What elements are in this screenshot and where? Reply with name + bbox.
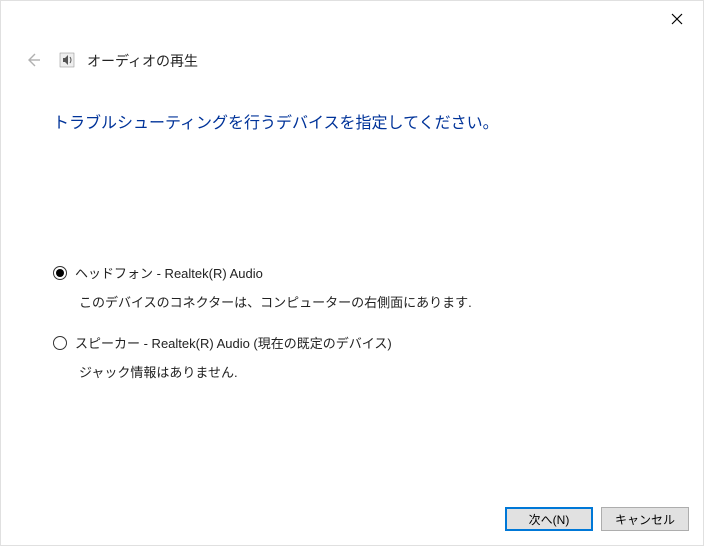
option-description: ジャック情報はありません.: [79, 362, 703, 381]
header-title: オーディオの再生: [87, 49, 198, 71]
speaker-icon: [59, 52, 75, 68]
close-button[interactable]: [669, 11, 685, 27]
back-arrow-icon: [25, 52, 41, 68]
radio-speakers[interactable]: [53, 336, 67, 350]
option-description: このデバイスのコネクターは、コンピューターの右側面にあります.: [79, 292, 703, 311]
header: オーディオの再生: [1, 1, 703, 71]
next-button[interactable]: 次へ(N): [505, 507, 593, 531]
cancel-button[interactable]: キャンセル: [601, 507, 689, 531]
troubleshooter-window: オーディオの再生 トラブルシューティングを行うデバイスを指定してください。 ヘッ…: [0, 0, 704, 546]
option-headphones[interactable]: ヘッドフォン - Realtek(R) Audio: [53, 263, 703, 282]
device-options: ヘッドフォン - Realtek(R) Audio このデバイスのコネクターは、…: [53, 263, 703, 381]
footer: 次へ(N) キャンセル: [505, 507, 689, 531]
close-icon: [671, 13, 683, 25]
radio-headphones[interactable]: [53, 266, 67, 280]
back-button[interactable]: [23, 50, 43, 70]
option-speakers[interactable]: スピーカー - Realtek(R) Audio (現在の既定のデバイス): [53, 333, 703, 352]
instruction-text: トラブルシューティングを行うデバイスを指定してください。: [53, 109, 703, 133]
option-label: スピーカー - Realtek(R) Audio (現在の既定のデバイス): [75, 333, 392, 352]
option-label: ヘッドフォン - Realtek(R) Audio: [75, 263, 263, 282]
